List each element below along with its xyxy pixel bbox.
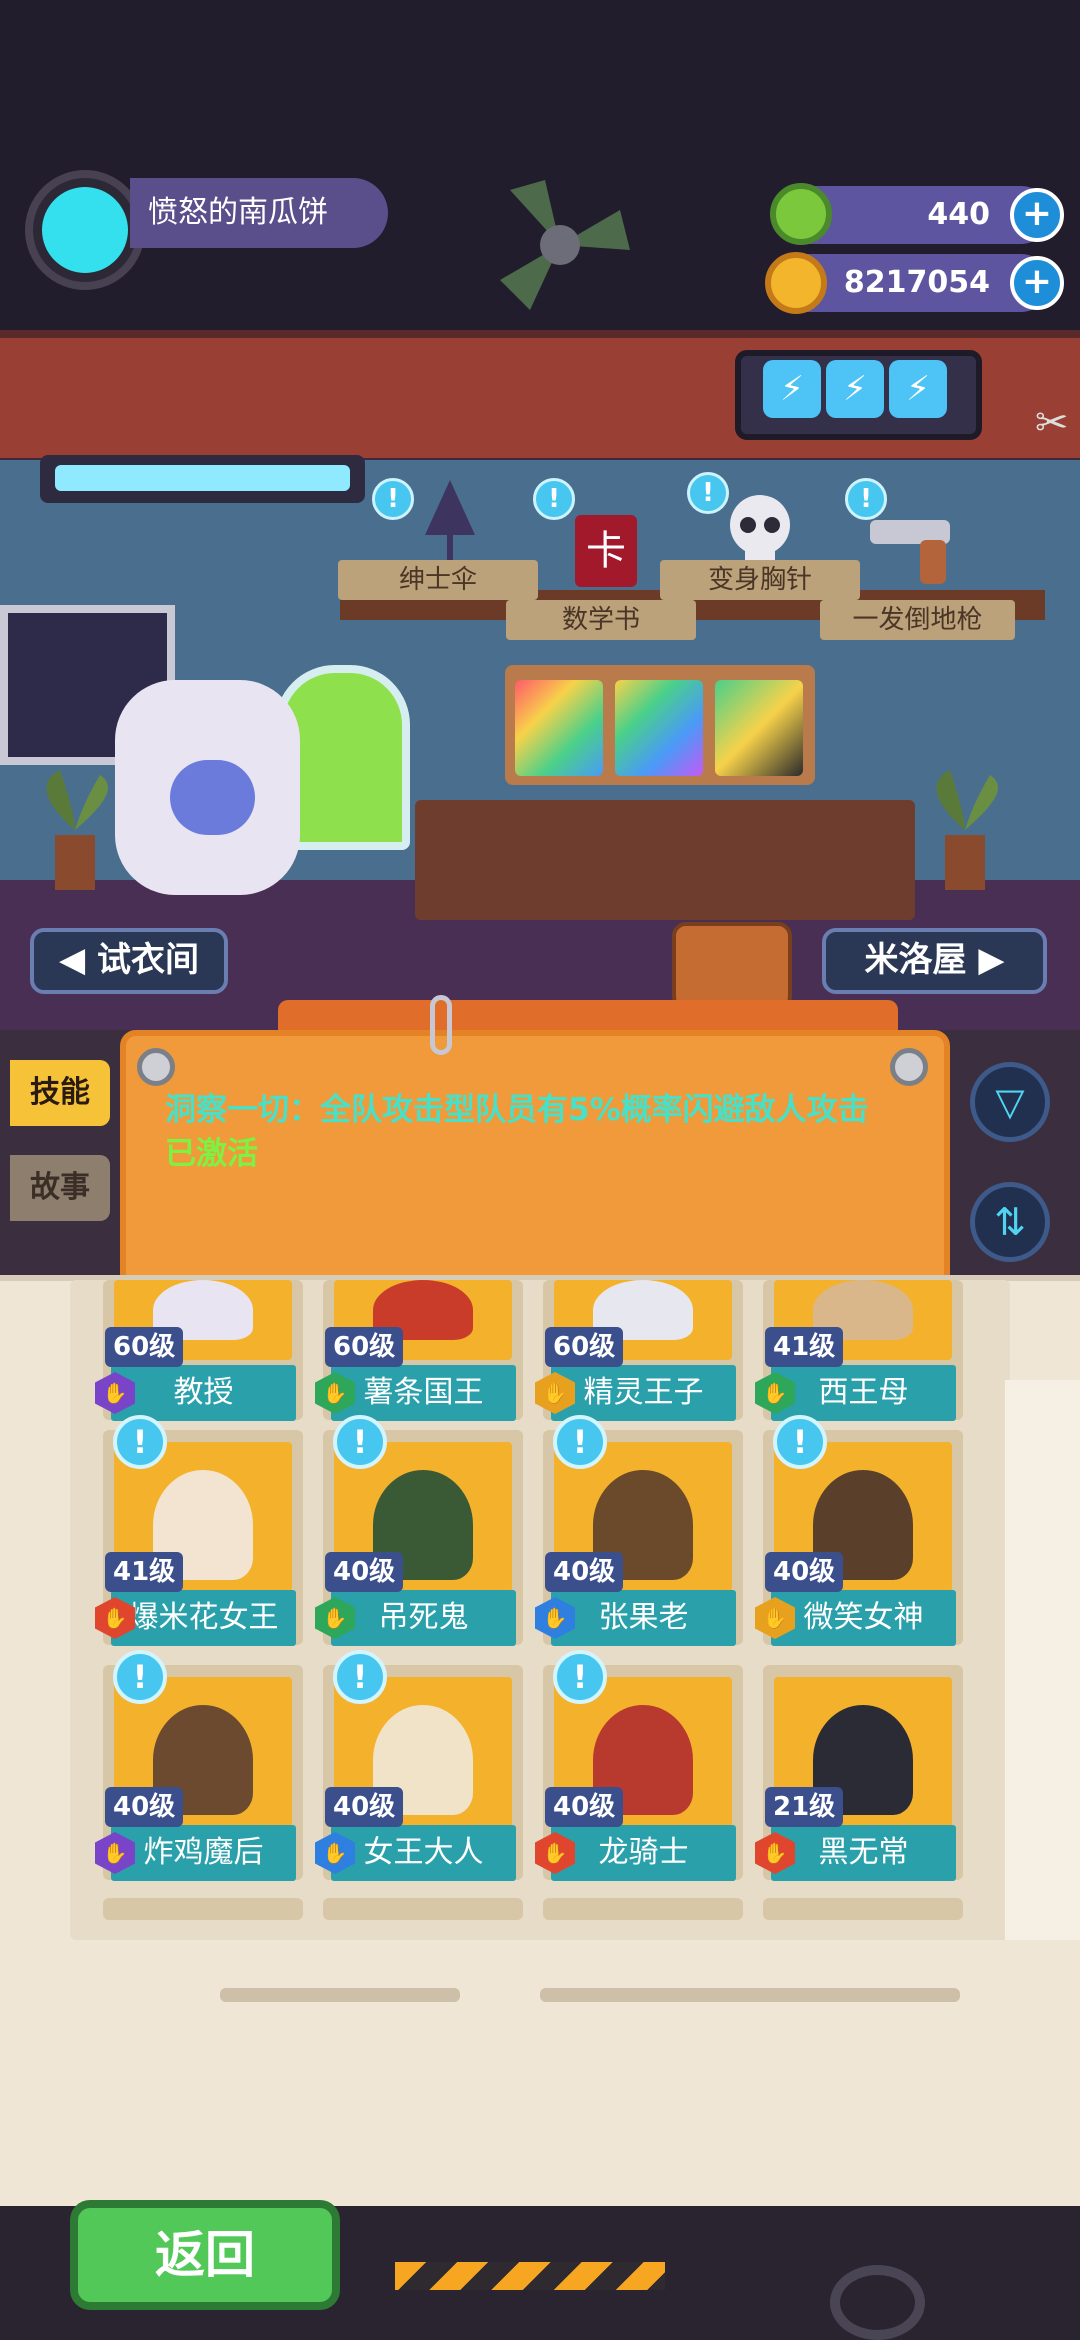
add-coins-button[interactable]: + bbox=[1010, 256, 1064, 310]
hero-level: 40级 bbox=[765, 1552, 844, 1592]
filter-icon[interactable]: ▽ bbox=[970, 1062, 1050, 1142]
dressing-room-button[interactable]: ◀ 试衣间 bbox=[30, 928, 228, 994]
item-label-gun: 一发倒地枪 bbox=[820, 600, 1015, 640]
lightning-bolt-icon: ⚡ bbox=[763, 360, 821, 418]
desk bbox=[415, 800, 915, 920]
gear-icon bbox=[830, 2265, 925, 2340]
hero-name: 炸鸡魔后 bbox=[111, 1825, 296, 1881]
paperclip-icon bbox=[430, 995, 452, 1055]
add-gems-button[interactable]: + bbox=[1010, 188, 1064, 242]
skull-icon[interactable] bbox=[720, 490, 800, 570]
milo-house-label: 米洛屋 bbox=[864, 940, 967, 980]
hero-card-partial bbox=[763, 1898, 963, 1920]
hero-name: 吊死鬼 bbox=[331, 1590, 516, 1646]
info-bubble-icon[interactable]: ! bbox=[553, 1650, 607, 1704]
hero-level: 41级 bbox=[105, 1552, 184, 1592]
milo-house-button[interactable]: 米洛屋 ▶ bbox=[822, 928, 1047, 994]
hero-card-partial bbox=[103, 1898, 303, 1920]
hero-name: 西王母 bbox=[771, 1365, 956, 1421]
hero-name: 女王大人 bbox=[331, 1825, 516, 1881]
back-button[interactable]: 返回 bbox=[70, 2200, 340, 2310]
hero-name: 微笑女神 bbox=[771, 1590, 956, 1646]
info-bubble-icon[interactable]: ! bbox=[372, 478, 414, 520]
item-label-book: 数学书 bbox=[506, 600, 696, 640]
hero-level: 40级 bbox=[325, 1552, 404, 1592]
hero-name: 教授 bbox=[111, 1365, 296, 1421]
hero-name: 张果老 bbox=[551, 1590, 736, 1646]
green-donut-icon bbox=[770, 183, 832, 245]
revolver-icon[interactable] bbox=[865, 510, 975, 590]
info-bubble-icon[interactable]: ! bbox=[333, 1415, 387, 1469]
frame-portrait[interactable] bbox=[615, 680, 703, 776]
fan-icon bbox=[500, 180, 630, 310]
info-bubble-icon[interactable]: ! bbox=[553, 1415, 607, 1469]
dressing-room-label: 试衣间 bbox=[96, 940, 199, 980]
hero-card-partial bbox=[323, 1898, 523, 1920]
hero-level: 21级 bbox=[765, 1787, 844, 1827]
hero-name: 薯条国王 bbox=[331, 1365, 516, 1421]
skill-text: 洞察一切：全队攻击型队员有5%概率闪避敌人攻击 bbox=[165, 1092, 869, 1128]
hero-level: 40级 bbox=[545, 1787, 624, 1827]
item-label-brooch: 变身胸针 bbox=[660, 560, 860, 600]
hero-card-partial bbox=[543, 1898, 743, 1920]
hero-level: 40级 bbox=[545, 1552, 624, 1592]
player-name: 愤怒的南瓜饼 bbox=[130, 178, 388, 248]
plant-icon bbox=[46, 770, 108, 890]
hero-level: 60级 bbox=[545, 1327, 624, 1367]
sort-icon[interactable]: ⇅ bbox=[970, 1182, 1050, 1262]
blurred-footnote bbox=[220, 1988, 960, 2002]
book-page-edge bbox=[1005, 1380, 1080, 1940]
lightning-bolt-icon: ⚡ bbox=[889, 360, 947, 418]
hero-name: 精灵王子 bbox=[551, 1365, 736, 1421]
pin-icon bbox=[137, 1048, 175, 1086]
gold-planet-icon bbox=[765, 252, 827, 314]
info-bubble-icon[interactable]: ! bbox=[773, 1415, 827, 1469]
item-label-umbrella: 绅士伞 bbox=[338, 560, 538, 600]
cat-face-icon bbox=[42, 187, 128, 273]
light-tube-glow bbox=[55, 465, 350, 491]
info-bubble-icon[interactable]: ! bbox=[113, 1650, 167, 1704]
tab-skill[interactable]: 技能 bbox=[10, 1060, 110, 1126]
hero-name: 黑无常 bbox=[771, 1825, 956, 1881]
hero-level: 60级 bbox=[325, 1327, 404, 1367]
tab-story[interactable]: 故事 bbox=[10, 1155, 110, 1221]
frame-portrait[interactable] bbox=[715, 680, 803, 776]
character-face bbox=[170, 760, 255, 835]
hazard-stripe bbox=[395, 2262, 665, 2290]
book-icon[interactable]: 卡 bbox=[575, 515, 637, 587]
scissors-icon[interactable]: ✂ bbox=[1035, 400, 1080, 480]
lightning-bolt-icon: ⚡ bbox=[826, 360, 884, 418]
hero-level: 41级 bbox=[765, 1327, 844, 1367]
pin-icon bbox=[890, 1048, 928, 1086]
plant-icon bbox=[936, 770, 998, 890]
hero-name: 爆米花女王 bbox=[111, 1590, 296, 1646]
umbrella-icon[interactable] bbox=[415, 475, 485, 565]
hero-name: 龙骑士 bbox=[551, 1825, 736, 1881]
info-bubble-icon[interactable]: ! bbox=[533, 478, 575, 520]
frame-portrait[interactable] bbox=[515, 680, 603, 776]
skill-status: 已激活 bbox=[165, 1136, 258, 1172]
info-bubble-icon[interactable]: ! bbox=[113, 1415, 167, 1469]
hero-level: 40级 bbox=[105, 1787, 184, 1827]
hero-level: 60级 bbox=[105, 1327, 184, 1367]
info-bubble-icon[interactable]: ! bbox=[333, 1650, 387, 1704]
skill-description: 洞察一切：全队攻击型队员有5%概率闪避敌人攻击 已激活 bbox=[165, 1088, 905, 1176]
hero-level: 40级 bbox=[325, 1787, 404, 1827]
